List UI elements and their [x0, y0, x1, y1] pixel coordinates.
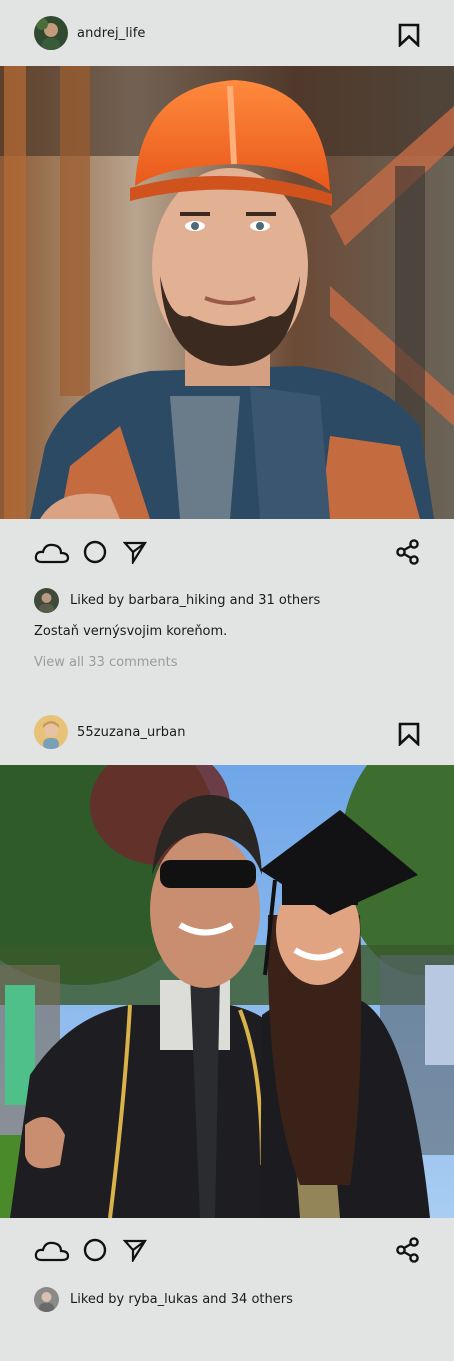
- liked-suffix[interactable]: and 34 others: [202, 1292, 293, 1307]
- circle-comment-icon[interactable]: [83, 1238, 107, 1262]
- view-comments-link[interactable]: View all 33 comments: [0, 652, 454, 674]
- post-actions: [0, 1218, 454, 1284]
- circle-comment-icon[interactable]: [83, 540, 107, 564]
- avatar[interactable]: [34, 715, 68, 749]
- liked-suffix[interactable]: and 31 others: [230, 593, 321, 608]
- likes-row: Liked by barbara_hiking and 31 others: [0, 585, 454, 615]
- post-photo[interactable]: [0, 66, 454, 519]
- post-photo[interactable]: [0, 765, 454, 1218]
- post-spacer: [0, 674, 454, 699]
- post-2: 55zuzana_urban Liked by ryba_lukas and 3…: [0, 699, 454, 1314]
- likes-text: Liked by barbara_hiking and 31 others: [70, 593, 320, 608]
- cloud-like-icon[interactable]: [34, 1240, 70, 1262]
- post-header: andrej_life: [0, 0, 454, 66]
- share-icon[interactable]: [396, 1237, 420, 1263]
- liked-prefix: Liked by: [70, 1291, 125, 1307]
- avatar[interactable]: [34, 16, 68, 50]
- username[interactable]: andrej_life: [77, 26, 146, 41]
- bookmark-icon[interactable]: [398, 23, 420, 47]
- cloud-like-icon[interactable]: [34, 542, 70, 564]
- post-actions: [0, 519, 454, 585]
- bookmark-icon[interactable]: [398, 722, 420, 746]
- liker-avatar[interactable]: [34, 587, 59, 613]
- post-1: andrej_life Liked by barbara_hiking and …: [0, 0, 454, 674]
- likes-row: Liked by ryba_lukas and 34 others: [0, 1284, 454, 1314]
- send-arrow-icon[interactable]: [123, 1238, 147, 1262]
- likes-text: Liked by ryba_lukas and 34 others: [70, 1292, 293, 1307]
- post-header: 55zuzana_urban: [0, 699, 454, 765]
- liked-user[interactable]: barbara_hiking: [128, 593, 225, 608]
- username[interactable]: 55zuzana_urban: [77, 725, 186, 740]
- liked-prefix: Liked by: [70, 592, 125, 608]
- send-arrow-icon[interactable]: [123, 540, 147, 564]
- liked-user[interactable]: ryba_lukas: [128, 1292, 198, 1307]
- share-icon[interactable]: [396, 539, 420, 565]
- liker-avatar[interactable]: [34, 1286, 59, 1312]
- post-caption: Zostaň vernýsvojim koreňom.: [34, 624, 228, 639]
